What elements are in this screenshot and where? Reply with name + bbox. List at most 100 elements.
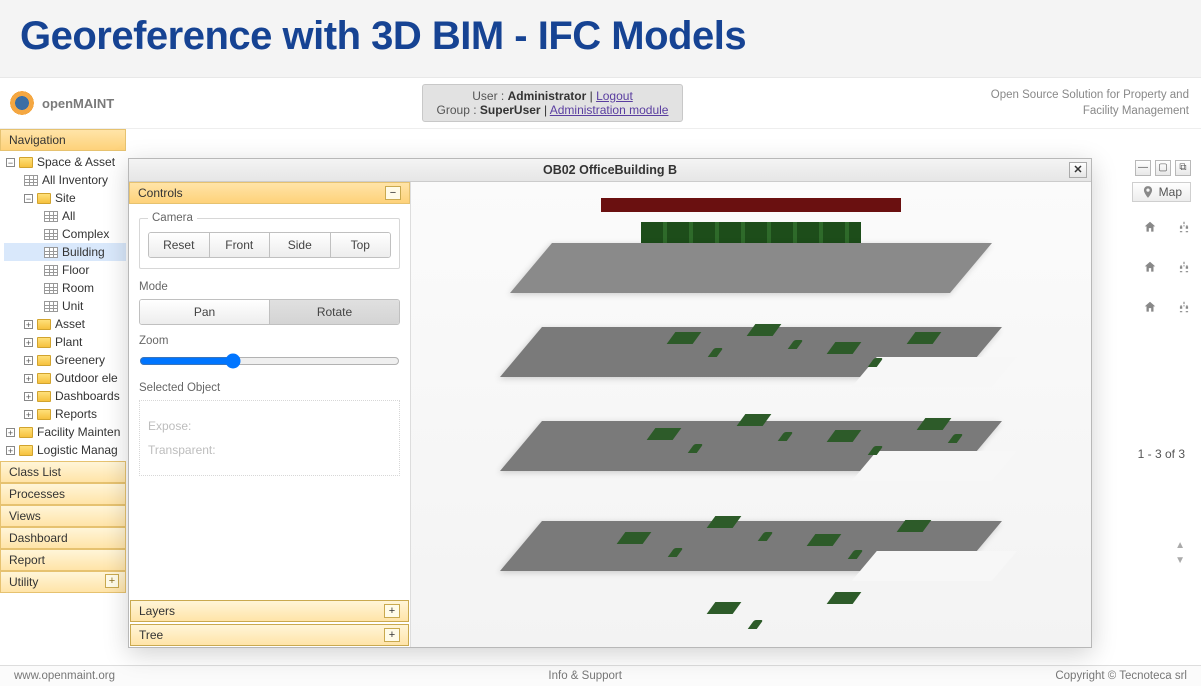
collapse-icon[interactable]: − (385, 186, 401, 200)
grid-icon (44, 283, 58, 294)
minimize-icon[interactable]: — (1135, 160, 1151, 176)
mode-label: Mode (139, 281, 400, 293)
hierarchy-icon[interactable] (1177, 300, 1191, 314)
accordion-views[interactable]: Views (0, 505, 126, 527)
collapse-icon[interactable]: − (24, 194, 33, 203)
record-count: 1 - 3 of 3 (1138, 447, 1185, 461)
tree-item-facility[interactable]: +Facility Mainten (4, 423, 126, 441)
expand-icon[interactable]: + (6, 446, 15, 455)
folder-icon (37, 355, 51, 366)
folder-icon (19, 427, 33, 438)
user-info-box: User : Administrator | Logout Group : Su… (422, 84, 684, 122)
tree-item-greenery[interactable]: +Greenery (4, 351, 126, 369)
mode-pan-button[interactable]: Pan (140, 300, 270, 324)
detail-scroll[interactable]: ▲▼ (1175, 540, 1185, 566)
tree-item-building[interactable]: Building (4, 243, 126, 261)
pin-icon (1141, 185, 1155, 199)
expand-icon[interactable]: + (24, 320, 33, 329)
roof-slab (601, 198, 901, 212)
tree-item-logistic[interactable]: +Logistic Manag (4, 441, 126, 459)
brand-logo: openMAINT (8, 89, 114, 117)
tree-item-all-inventory[interactable]: All Inventory (4, 171, 126, 189)
expand-icon[interactable]: + (24, 392, 33, 401)
accordion-class-list[interactable]: Class List (0, 461, 126, 483)
chair-icon (748, 620, 764, 629)
zoom-label: Zoom (139, 335, 400, 347)
grid-icon (44, 265, 58, 276)
tree-item-unit[interactable]: Unit (4, 297, 126, 315)
folder-icon (37, 319, 51, 330)
restore-icon[interactable]: ⧉ (1175, 160, 1191, 176)
logout-link[interactable]: Logout (596, 89, 633, 103)
expand-icon[interactable]: + (24, 338, 33, 347)
grid-icon (44, 247, 58, 258)
folder-icon (37, 391, 51, 402)
page-title: Georeference with 3D BIM - IFC Models (20, 14, 1181, 59)
zoom-slider[interactable] (139, 353, 400, 369)
tree-item-room[interactable]: Room (4, 279, 126, 297)
footer-copyright: Copyright © Tecnoteca srl (1055, 670, 1187, 682)
grid-icon (44, 301, 58, 312)
row-actions (1143, 220, 1191, 314)
tree-item-site[interactable]: −Site (4, 189, 126, 207)
footer-link-support[interactable]: Info & Support (548, 670, 622, 682)
grid-icon (44, 229, 58, 240)
collapse-icon[interactable]: − (6, 158, 15, 167)
expand-icon[interactable]: + (384, 628, 400, 642)
maximize-icon[interactable]: ▢ (1155, 160, 1171, 176)
home-icon[interactable] (1143, 300, 1157, 314)
accordion-report[interactable]: Report (0, 549, 126, 571)
tree-item-asset[interactable]: +Asset (4, 315, 126, 333)
bim-viewer-modal: OB02 OfficeBuilding B ✕ Controls − Camer… (128, 158, 1092, 648)
brand-tagline: Open Source Solution for Property and Fa… (991, 87, 1189, 119)
layers-header[interactable]: Layers + (130, 600, 409, 622)
home-icon[interactable] (1143, 220, 1157, 234)
camera-side-button[interactable]: Side (270, 233, 331, 257)
home-icon[interactable] (1143, 260, 1157, 274)
hierarchy-icon[interactable] (1177, 220, 1191, 234)
expand-icon[interactable]: + (105, 574, 119, 588)
camera-front-button[interactable]: Front (210, 233, 271, 257)
mode-rotate-button[interactable]: Rotate (270, 300, 399, 324)
accordion-processes[interactable]: Processes (0, 483, 126, 505)
camera-reset-button[interactable]: Reset (149, 233, 210, 257)
footer: www.openmaint.org Info & Support Copyrig… (0, 665, 1201, 686)
accordion-dashboard[interactable]: Dashboard (0, 527, 126, 549)
expand-icon[interactable]: + (384, 604, 400, 618)
expand-icon[interactable]: + (24, 374, 33, 383)
accordion-utility[interactable]: Utility+ (0, 571, 126, 593)
tree-item-space-asset[interactable]: −Space & Asset (4, 153, 126, 171)
floor-slab (510, 243, 992, 293)
nav-tree: −Space & Asset All Inventory −Site All C… (0, 151, 126, 461)
tree-item-complex[interactable]: Complex (4, 225, 126, 243)
map-button[interactable]: Map (1132, 182, 1191, 202)
tree-item-floor[interactable]: Floor (4, 261, 126, 279)
folder-icon (19, 445, 33, 456)
folder-icon (19, 157, 33, 168)
controls-panel: Controls − Camera Reset Front Side Top M… (129, 182, 411, 647)
expand-icon[interactable]: + (24, 356, 33, 365)
controls-header[interactable]: Controls − (129, 182, 410, 204)
3d-viewport[interactable] (411, 182, 1091, 647)
close-icon[interactable]: ✕ (1069, 162, 1087, 178)
tree-item-site-all[interactable]: All (4, 207, 126, 225)
tree-item-dashboards[interactable]: +Dashboards (4, 387, 126, 405)
selected-object-label: Selected Object (139, 382, 400, 394)
tree-item-reports[interactable]: +Reports (4, 405, 126, 423)
desk-icon (827, 592, 862, 604)
grid-icon (24, 175, 38, 186)
expand-icon[interactable]: + (24, 410, 33, 419)
nav-header[interactable]: Navigation (0, 129, 126, 151)
hierarchy-icon[interactable] (1177, 260, 1191, 274)
folder-icon (37, 373, 51, 384)
admin-module-link[interactable]: Administration module (550, 103, 669, 117)
footer-link-site[interactable]: www.openmaint.org (14, 670, 115, 682)
folder-icon (37, 337, 51, 348)
tree-header[interactable]: Tree + (130, 624, 409, 646)
camera-top-button[interactable]: Top (331, 233, 391, 257)
tree-item-outdoor[interactable]: +Outdoor ele (4, 369, 126, 387)
expand-icon[interactable]: + (6, 428, 15, 437)
floor-slab (500, 521, 1002, 571)
desk-icon (707, 602, 742, 614)
tree-item-plant[interactable]: +Plant (4, 333, 126, 351)
